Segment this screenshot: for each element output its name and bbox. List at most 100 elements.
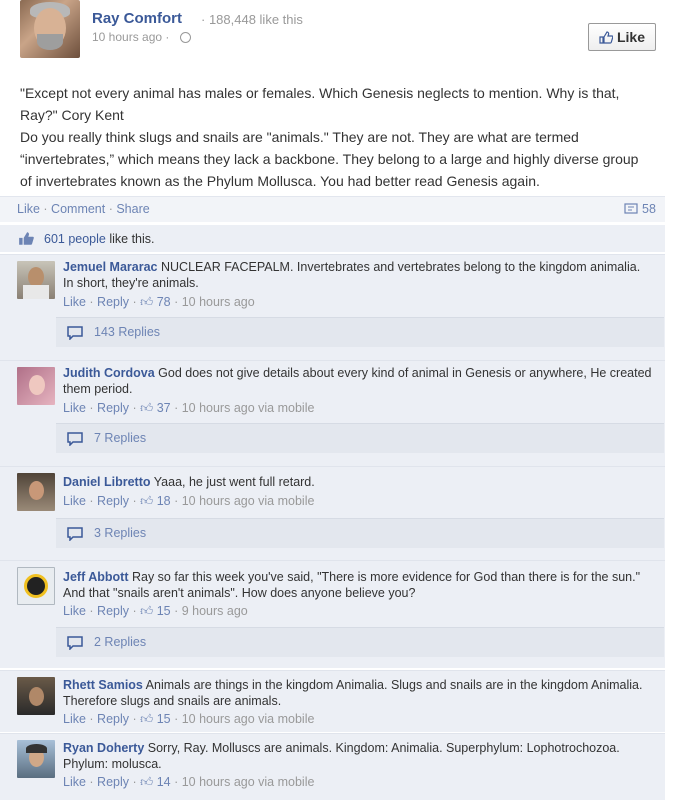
comment-author[interactable]: Daniel Libretto	[63, 475, 151, 489]
commenter-avatar[interactable]	[17, 740, 55, 778]
post-share-link[interactable]: Share	[116, 202, 149, 216]
comment-like-count[interactable]: 15	[157, 604, 171, 618]
comment-text: Yaaa, he just went full retard.	[150, 475, 315, 489]
comment-like-link[interactable]: Like	[63, 604, 86, 618]
comment-time: 10 hours ago	[181, 295, 255, 309]
thumbs-up-icon[interactable]: 👍︎	[140, 295, 153, 309]
reply-bubble-icon	[67, 636, 83, 650]
comment-time: 10 hours ago via mobile	[181, 712, 315, 726]
comment-time: 10 hours ago via mobile	[181, 775, 315, 789]
post-quote: "Except not every animal has males or fe…	[20, 85, 620, 123]
thumbs-up-icon[interactable]: 👍︎	[140, 401, 153, 415]
comment-item: Ryan Doherty Sorry, Ray. Molluscs are an…	[0, 733, 665, 800]
comment-meta: Like · Reply · 👍︎ 78 · 10 hours ago	[63, 295, 255, 309]
comment-like-link[interactable]: Like	[63, 775, 86, 789]
view-replies[interactable]: 143 Replies	[56, 317, 664, 347]
reply-bubble-icon	[67, 432, 83, 446]
comment-item: Daniel Libretto Yaaa, he just went full …	[0, 466, 665, 560]
comment-like-count[interactable]: 37	[157, 401, 171, 415]
view-replies[interactable]: 7 Replies	[56, 423, 664, 453]
likes-suffix: like this.	[105, 232, 155, 246]
commenter-avatar[interactable]	[17, 261, 55, 299]
comment-like-link[interactable]: Like	[63, 712, 86, 726]
comment-item: Judith Cordova God does not give details…	[0, 360, 665, 466]
post-like-link[interactable]: Like	[17, 202, 40, 216]
likes-count-link[interactable]: 601 people	[44, 232, 106, 246]
view-replies[interactable]: 2 Replies	[56, 627, 664, 657]
comment-author[interactable]: Jeff Abbott	[63, 570, 129, 584]
comment-body: Daniel Libretto Yaaa, he just went full …	[63, 474, 653, 490]
post-header: Ray Comfort · 188,448 like this 10 hours…	[0, 0, 675, 70]
post-comment-link[interactable]: Comment	[51, 202, 105, 216]
page-avatar[interactable]	[20, 0, 80, 58]
comment-text: Ray so far this week you've said, "There…	[63, 570, 641, 600]
like-button-label: Like	[616, 29, 645, 45]
comment-author[interactable]: Ryan Doherty	[63, 741, 144, 755]
comment-text: Sorry, Ray. Molluscs are animals. Kingdo…	[63, 741, 620, 771]
replies-label: 2 Replies	[94, 635, 147, 649]
comment-count[interactable]: 58	[624, 202, 656, 216]
post-body: "Except not every animal has males or fe…	[20, 82, 650, 192]
comment-like-count[interactable]: 18	[157, 494, 171, 508]
thumbs-up-icon[interactable]: 👍︎	[140, 775, 153, 789]
comment-item: Jeff Abbott Ray so far this week you've …	[0, 560, 665, 668]
comment-like-link[interactable]: Like	[63, 295, 86, 309]
post-text: Do you really think slugs and snails are…	[20, 129, 639, 189]
comment-time: 10 hours ago via mobile	[181, 401, 315, 415]
commenter-avatar[interactable]	[17, 473, 55, 511]
comment-item: Rhett Samios Animals are things in the k…	[0, 670, 665, 732]
comment-meta: Like · Reply · 👍︎ 15 · 9 hours ago	[63, 604, 248, 618]
comment-like-link[interactable]: Like	[63, 401, 86, 415]
commenter-avatar[interactable]	[17, 677, 55, 715]
comment-meta: Like · Reply · 👍︎ 14 · 10 hours ago via …	[63, 775, 315, 789]
post-timestamp[interactable]: 10 hours ago ·	[92, 30, 169, 44]
comment-like-count[interactable]: 78	[157, 295, 171, 309]
comment-body: Ryan Doherty Sorry, Ray. Molluscs are an…	[63, 740, 653, 772]
replies-label: 143 Replies	[94, 325, 161, 339]
comment-author[interactable]: Judith Cordova	[63, 366, 155, 380]
page-name-link[interactable]: Ray Comfort	[92, 10, 182, 27]
comment-body: Jemuel Mararac NUCLEAR FACEPALM. Inverte…	[63, 259, 653, 291]
commenter-avatar[interactable]	[17, 367, 55, 405]
thumbs-up-icon	[19, 232, 34, 245]
comment-like-count[interactable]: 14	[157, 775, 171, 789]
likes-summary: 601 people like this.	[0, 224, 665, 252]
comment-reply-link[interactable]: Reply	[97, 712, 129, 726]
comment-reply-link[interactable]: Reply	[97, 775, 129, 789]
thumbs-up-icon[interactable]: 👍︎	[140, 712, 153, 726]
comment-body: Jeff Abbott Ray so far this week you've …	[63, 569, 653, 601]
comment-body: Rhett Samios Animals are things in the k…	[63, 677, 653, 709]
thumbs-up-icon	[599, 30, 613, 44]
replies-label: 3 Replies	[94, 526, 147, 540]
comment-meta: Like · Reply · 👍︎ 15 · 10 hours ago via …	[63, 712, 315, 726]
view-replies[interactable]: 3 Replies	[56, 518, 664, 548]
comment-bubble-icon	[624, 202, 638, 214]
comment-reply-link[interactable]: Reply	[97, 401, 129, 415]
separator: ·	[39, 202, 52, 216]
reply-bubble-icon	[67, 527, 83, 541]
comment-author[interactable]: Jemuel Mararac	[63, 260, 158, 274]
comment-text: Animals are things in the kingdom Animal…	[63, 678, 643, 708]
page-likes-count: · 188,448 like this	[201, 12, 303, 27]
comment-reply-link[interactable]: Reply	[97, 604, 129, 618]
comment-like-count[interactable]: 15	[157, 712, 171, 726]
globe-icon	[180, 32, 191, 43]
reply-bubble-icon	[67, 326, 83, 340]
comment-item: Jemuel Mararac NUCLEAR FACEPALM. Inverte…	[0, 254, 665, 360]
separator: ·	[105, 202, 117, 216]
comment-body: Judith Cordova God does not give details…	[63, 365, 653, 397]
comment-author[interactable]: Rhett Samios	[63, 678, 143, 692]
commenter-avatar[interactable]	[17, 567, 55, 605]
comment-meta: Like · Reply · 👍︎ 18 · 10 hours ago via …	[63, 494, 315, 508]
page-like-button[interactable]: Like	[588, 23, 656, 51]
thumbs-up-icon[interactable]: 👍︎	[140, 494, 153, 508]
comment-time: 10 hours ago via mobile	[181, 494, 315, 508]
thumbs-up-icon[interactable]: 👍︎	[140, 604, 153, 618]
post-action-bar: Like · Comment · Share 58	[0, 196, 665, 222]
comment-reply-link[interactable]: Reply	[97, 494, 129, 508]
replies-label: 7 Replies	[94, 431, 147, 445]
comment-meta: Like · Reply · 👍︎ 37 · 10 hours ago via …	[63, 401, 315, 415]
comment-like-link[interactable]: Like	[63, 494, 86, 508]
comment-reply-link[interactable]: Reply	[97, 295, 129, 309]
comment-time: 9 hours ago	[181, 604, 248, 618]
